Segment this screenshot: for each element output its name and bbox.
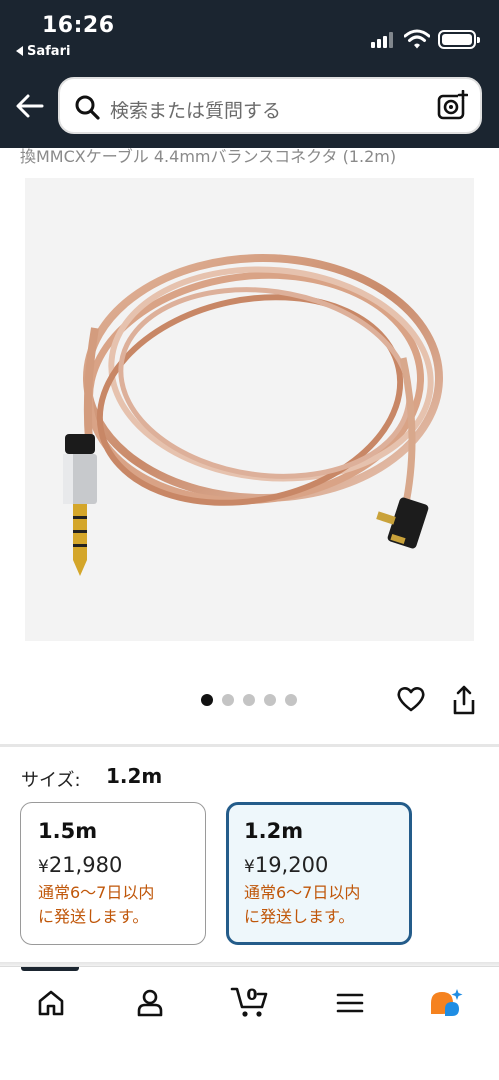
carousel-dot[interactable] (285, 694, 297, 706)
back-triangle-icon (16, 46, 23, 56)
cable-illustration (63, 254, 443, 576)
account-icon[interactable] (134, 987, 166, 1019)
battery-icon (438, 30, 480, 49)
back-to-app-link[interactable]: Safari (16, 44, 70, 59)
option-price: ¥21,980 (38, 853, 123, 877)
search-input[interactable]: 検索または質問する (58, 77, 482, 134)
menu-icon[interactable] (334, 987, 366, 1019)
back-app-label: Safari (27, 44, 71, 59)
size-label: サイズ: (21, 770, 81, 791)
status-time: 16:26 (42, 13, 115, 38)
rufus-ai-icon[interactable] (428, 987, 464, 1021)
option-price: ¥19,200 (244, 853, 329, 877)
image-carousel-dots[interactable] (201, 694, 297, 706)
section-divider (0, 744, 499, 747)
cart-count: 0 (246, 985, 258, 1004)
back-arrow-icon[interactable] (14, 92, 46, 120)
carousel-dot[interactable] (201, 694, 213, 706)
cellular-signal-icon (371, 32, 397, 48)
search-placeholder: 検索または質問する (110, 100, 282, 122)
heart-icon[interactable] (396, 684, 426, 714)
top-header: 16:26 Safari 検索または質問する (0, 0, 499, 148)
product-title: 換MMCXケーブル 4.4mmバランスコネクタ (1.2m) (20, 147, 397, 166)
carousel-dot[interactable] (264, 694, 276, 706)
size-option-1-2m[interactable]: 1.2m ¥19,200 通常6～7日以内 に発送します。 (226, 802, 412, 945)
carousel-dot[interactable] (222, 694, 234, 706)
option-name: 1.5m (38, 819, 98, 843)
home-icon[interactable] (35, 987, 67, 1019)
search-icon (75, 95, 100, 120)
share-icon[interactable] (451, 684, 477, 716)
nav-active-indicator (21, 967, 79, 971)
option-shipping: 通常6～7日以内 に発送します。 (244, 883, 361, 926)
size-option-1-5m[interactable]: 1.5m ¥21,980 通常6～7日以内 に発送します。 (20, 802, 206, 945)
size-selected-value: 1.2m (106, 764, 163, 788)
carousel-dot[interactable] (243, 694, 255, 706)
option-name: 1.2m (244, 819, 304, 843)
wifi-icon (404, 29, 430, 49)
option-shipping: 通常6～7日以内 に発送します。 (38, 883, 155, 926)
product-image[interactable] (25, 178, 474, 641)
bottom-nav: 0 (0, 966, 499, 1080)
camera-search-icon[interactable] (436, 90, 468, 122)
